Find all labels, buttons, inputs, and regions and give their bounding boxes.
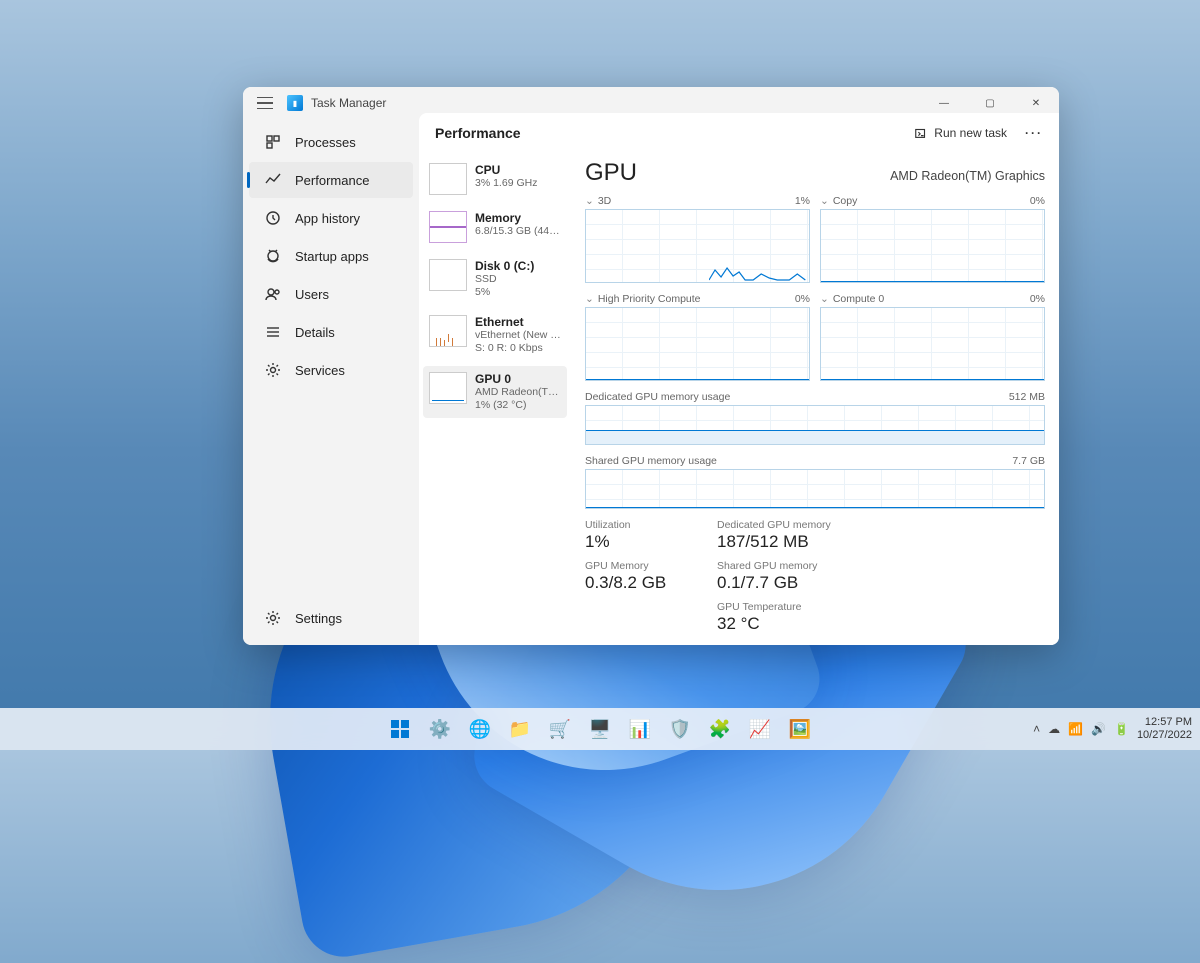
- sidebar-item-startup-apps[interactable]: Startup apps: [249, 238, 413, 274]
- resource-item-cpu[interactable]: CPU 3% 1.69 GHz: [423, 157, 567, 201]
- resource-item-ethernet[interactable]: Ethernet vEthernet (New Vir... S: 0 R: 0…: [423, 309, 567, 361]
- sidebar-item-processes[interactable]: Processes: [249, 124, 413, 160]
- sidebar-item-users[interactable]: Users: [249, 276, 413, 312]
- gpu-thumb: [429, 372, 467, 404]
- battery-icon[interactable]: 🔋: [1114, 722, 1129, 736]
- taskbar[interactable]: ⚙️ 🌐 📁 🛒 🖥️ 📊 🛡️ 🧩 📈 🖼️ ˄ ☁ 📶 🔊 🔋 12:57 …: [0, 708, 1200, 750]
- chart-3d: [585, 209, 810, 283]
- taskbar-app-5[interactable]: 🖥️: [582, 711, 618, 747]
- sidebar-item-label: Performance: [295, 173, 369, 188]
- utilization-value: 1%: [585, 532, 691, 552]
- sidebar-item-details[interactable]: Details: [249, 314, 413, 350]
- resource-item-memory[interactable]: Memory 6.8/15.3 GB (44%): [423, 205, 567, 249]
- app-title: Task Manager: [311, 96, 386, 110]
- gpu-temperature-value: 32 °C: [717, 614, 831, 634]
- more-button[interactable]: ···: [1025, 126, 1043, 140]
- sidebar-item-performance[interactable]: Performance: [249, 162, 413, 198]
- shared-memory-value: 0.1/7.7 GB: [717, 573, 831, 593]
- gpu-model: AMD Radeon(TM) Graphics: [890, 169, 1045, 183]
- sidebar-item-app-history[interactable]: App history: [249, 200, 413, 236]
- system-tray[interactable]: ˄ ☁ 📶 🔊 🔋: [1033, 722, 1129, 736]
- resource-list: CPU 3% 1.69 GHz Memory 6.8/15.3 GB (44%): [419, 153, 571, 645]
- taskbar-app-3[interactable]: 📁: [502, 711, 538, 747]
- taskbar-app-1[interactable]: ⚙️: [422, 711, 458, 747]
- content-panel: Performance Run new task ··· CPU 3%: [419, 113, 1059, 645]
- chart-compute-0: [820, 307, 1045, 381]
- settings-icon: [265, 610, 281, 626]
- taskbar-app-2[interactable]: 🌐: [462, 711, 498, 747]
- chart-copy: [820, 209, 1045, 283]
- history-icon: [265, 210, 281, 226]
- chart-dedicated-memory: [585, 405, 1045, 445]
- taskbar-app-10[interactable]: 🖼️: [782, 711, 818, 747]
- taskbar-app-8[interactable]: 🧩: [702, 711, 738, 747]
- performance-icon: [265, 172, 281, 188]
- detail-title: GPU: [585, 159, 637, 187]
- chart-3d-label[interactable]: 3D: [598, 195, 611, 207]
- taskbar-app-6[interactable]: 📊: [622, 711, 658, 747]
- cpu-thumb: [429, 163, 467, 195]
- sidebar-item-label: App history: [295, 211, 360, 226]
- chart-shared-memory: [585, 469, 1045, 509]
- details-icon: [265, 324, 281, 340]
- task-manager-window: ▮ Task Manager — ▢ ✕ Processes Performan…: [243, 87, 1059, 645]
- dedicated-mem-label: Dedicated GPU memory usage: [585, 391, 730, 403]
- chart-high-priority-compute: [585, 307, 810, 381]
- sidebar-item-label: Startup apps: [295, 249, 369, 264]
- startup-icon: [265, 248, 281, 264]
- sidebar-item-services[interactable]: Services: [249, 352, 413, 388]
- sidebar-item-settings[interactable]: Settings: [249, 600, 413, 636]
- cloud-icon[interactable]: ☁: [1048, 722, 1060, 736]
- chart-compute0-label[interactable]: Compute 0: [833, 293, 884, 305]
- sidebar-item-label: Details: [295, 325, 335, 340]
- app-icon: ▮: [287, 95, 303, 111]
- ethernet-thumb: [429, 315, 467, 347]
- resource-item-gpu[interactable]: GPU 0 AMD Radeon(TM) ... 1% (32 °C): [423, 366, 567, 418]
- clock[interactable]: 12:57 PM 10/27/2022: [1137, 716, 1192, 742]
- gpu-memory-value: 0.3/8.2 GB: [585, 573, 691, 593]
- resource-item-disk[interactable]: Disk 0 (C:) SSD 5%: [423, 253, 567, 305]
- shared-mem-label: Shared GPU memory usage: [585, 455, 717, 467]
- chart-hpc-label[interactable]: High Priority Compute: [598, 293, 701, 305]
- wifi-icon[interactable]: 📶: [1068, 722, 1083, 736]
- memory-thumb: [429, 211, 467, 243]
- hamburger-menu-icon[interactable]: [257, 97, 273, 109]
- users-icon: [265, 286, 281, 302]
- dedicated-memory-value: 187/512 MB: [717, 532, 831, 552]
- sidebar-item-label: Services: [295, 363, 345, 378]
- chevron-up-icon[interactable]: ˄: [1033, 722, 1040, 736]
- sidebar-item-label: Processes: [295, 135, 356, 150]
- taskbar-app-9[interactable]: 📈: [742, 711, 778, 747]
- sidebar-item-label: Users: [295, 287, 329, 302]
- taskbar-app-4[interactable]: 🛒: [542, 711, 578, 747]
- page-title: Performance: [435, 125, 521, 141]
- services-icon: [265, 362, 281, 378]
- run-new-task-button[interactable]: Run new task: [914, 126, 1007, 140]
- volume-icon[interactable]: 🔊: [1091, 722, 1106, 736]
- sidebar-item-label: Settings: [295, 611, 342, 626]
- disk-thumb: [429, 259, 467, 291]
- taskbar-app-7[interactable]: 🛡️: [662, 711, 698, 747]
- chart-copy-label[interactable]: Copy: [833, 195, 858, 207]
- start-button[interactable]: [382, 711, 418, 747]
- sidebar: Processes Performance App history Startu…: [243, 119, 419, 645]
- processes-icon: [265, 134, 281, 150]
- detail-panel: GPU AMD Radeon(TM) Graphics ⌄3D1% ⌄Copy0…: [571, 153, 1059, 645]
- run-task-icon: [914, 126, 928, 140]
